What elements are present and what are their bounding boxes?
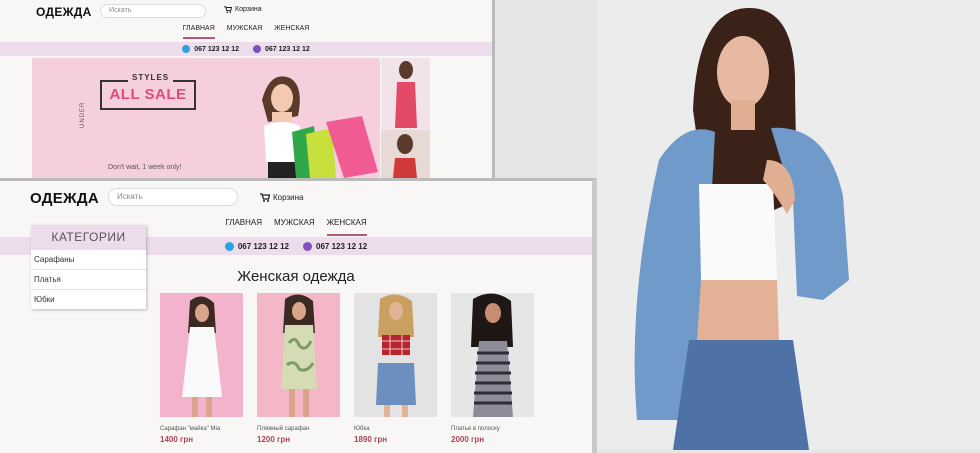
product-price: 1890 грн [354,435,388,444]
search-input[interactable]: Искать [108,188,238,206]
product-name[interactable]: Юбка [354,426,437,432]
viber-icon [253,45,261,53]
sale-box: ALL SALE [100,80,196,110]
phone-number: 067 123 12 12 [316,241,368,251]
product-image [257,293,340,417]
product-grid: Сарафан "майка" Mia 1400 грн Пляжный сар… [160,293,534,444]
nav-home[interactable]: ГЛАВНАЯ [182,25,215,39]
sale-subtitle: STYLES [128,73,174,82]
phone-number: 067 123 12 12 [194,45,239,53]
product-price: 1400 грн [160,435,194,444]
phone-telegram[interactable]: 067 123 12 12 [182,45,239,53]
product-image [160,293,243,417]
product-image [354,293,437,417]
page-title: Женская одежда [237,268,355,285]
banner-thumbnails [381,58,430,178]
search-input[interactable]: Искать [100,4,206,18]
nav-men[interactable]: МУЖСКАЯ [274,218,315,236]
nav-men[interactable]: МУЖСКАЯ [227,25,263,39]
header: ОДЕЖДА Искать Корзина [0,181,592,213]
category-item-skirts[interactable]: Юбки [31,289,146,309]
phone-viber[interactable]: 067 123 12 12 [303,241,368,251]
sale-banner[interactable]: ALL SALE STYLES UNDER Don't wait, 1 week… [32,58,380,178]
product-card[interactable]: Пляжный сарафан 1200 грн [257,293,340,444]
cart-label: Корзина [235,6,262,13]
phone-number: 067 123 12 12 [265,45,310,53]
category-item-sarafans[interactable]: Сарафаны [31,249,146,269]
sale-title: ALL SALE [109,86,187,103]
viber-icon [303,241,312,251]
categories-dropdown: КАТЕГОРИИ Сарафаны Платья Юбки [31,225,146,309]
telegram-icon [182,45,191,53]
main-nav: ГЛАВНАЯ МУЖСКАЯ ЖЕНСКАЯ [0,25,492,39]
nav-home[interactable]: ГЛАВНАЯ [225,218,262,236]
product-name[interactable]: Сарафан "майка" Mia [160,426,243,432]
front-screenshot: ОДЕЖДА Искать Корзина ГЛАВНАЯ МУЖСКАЯ ЖЕ… [0,178,597,453]
product-price: 1200 грн [257,435,291,444]
cart-link[interactable]: Корзина [260,193,303,202]
telegram-icon [224,241,234,251]
product-name[interactable]: Пляжный сарафан [257,426,340,432]
product-image [451,293,534,417]
model-photo [597,0,980,450]
header: ОДЕЖДА Искать Корзина [0,0,492,22]
banner-note: Don't wait, 1 week only! [108,164,182,171]
logo[interactable]: ОДЕЖДА [36,5,92,19]
cart-label: Корзина [273,193,304,202]
shopping-bags-image [292,116,378,178]
cart-icon [224,6,232,13]
phone-telegram[interactable]: 067 123 12 12 [224,241,289,251]
logo[interactable]: ОДЕЖДА [30,190,99,207]
product-price: 2000 грн [451,435,485,444]
nav-women[interactable]: ЖЕНСКАЯ [274,25,309,39]
product-card[interactable]: Юбка 1890 грн [354,293,437,444]
nav-women[interactable]: ЖЕНСКАЯ [326,218,367,236]
cart-link[interactable]: Корзина [224,6,262,13]
banner-side-text: UNDER [80,101,86,128]
phone-bar: 067 123 12 12 067 123 12 12 [0,42,492,56]
product-card[interactable]: Платье в полоску 2000 грн [451,293,534,444]
cart-icon [260,193,270,202]
categories-title[interactable]: КАТЕГОРИИ [31,225,146,249]
phone-viber[interactable]: 067 123 12 12 [253,45,310,53]
product-card[interactable]: Сарафан "майка" Mia 1400 грн [160,293,243,444]
back-screenshot: ОДЕЖДА Искать Корзина ГЛАВНАЯ МУЖСКАЯ ЖЕ… [0,0,495,178]
product-name[interactable]: Платье в полоску [451,426,534,432]
phone-number: 067 123 12 12 [237,241,289,251]
